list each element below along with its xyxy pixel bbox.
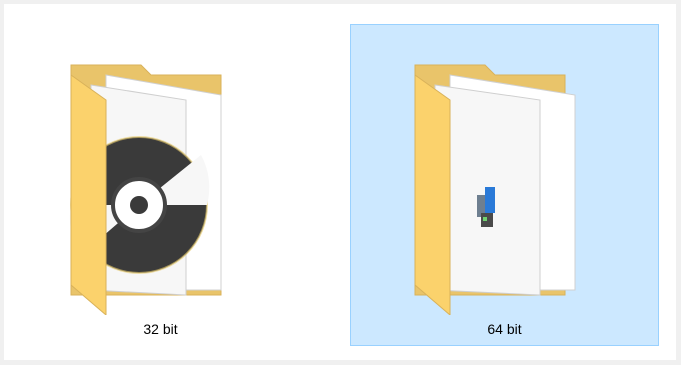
file-explorer-view: 32 bit 64 bit — [4, 4, 676, 360]
folder-icon — [414, 64, 575, 315]
folder-item-32-bit[interactable]: 32 bit — [6, 24, 315, 346]
folder-label: 32 bit — [143, 321, 178, 337]
folder-icon — [69, 64, 221, 315]
folder-item-64-bit[interactable]: 64 bit — [350, 24, 659, 346]
folder-label: 64 bit — [487, 321, 522, 337]
